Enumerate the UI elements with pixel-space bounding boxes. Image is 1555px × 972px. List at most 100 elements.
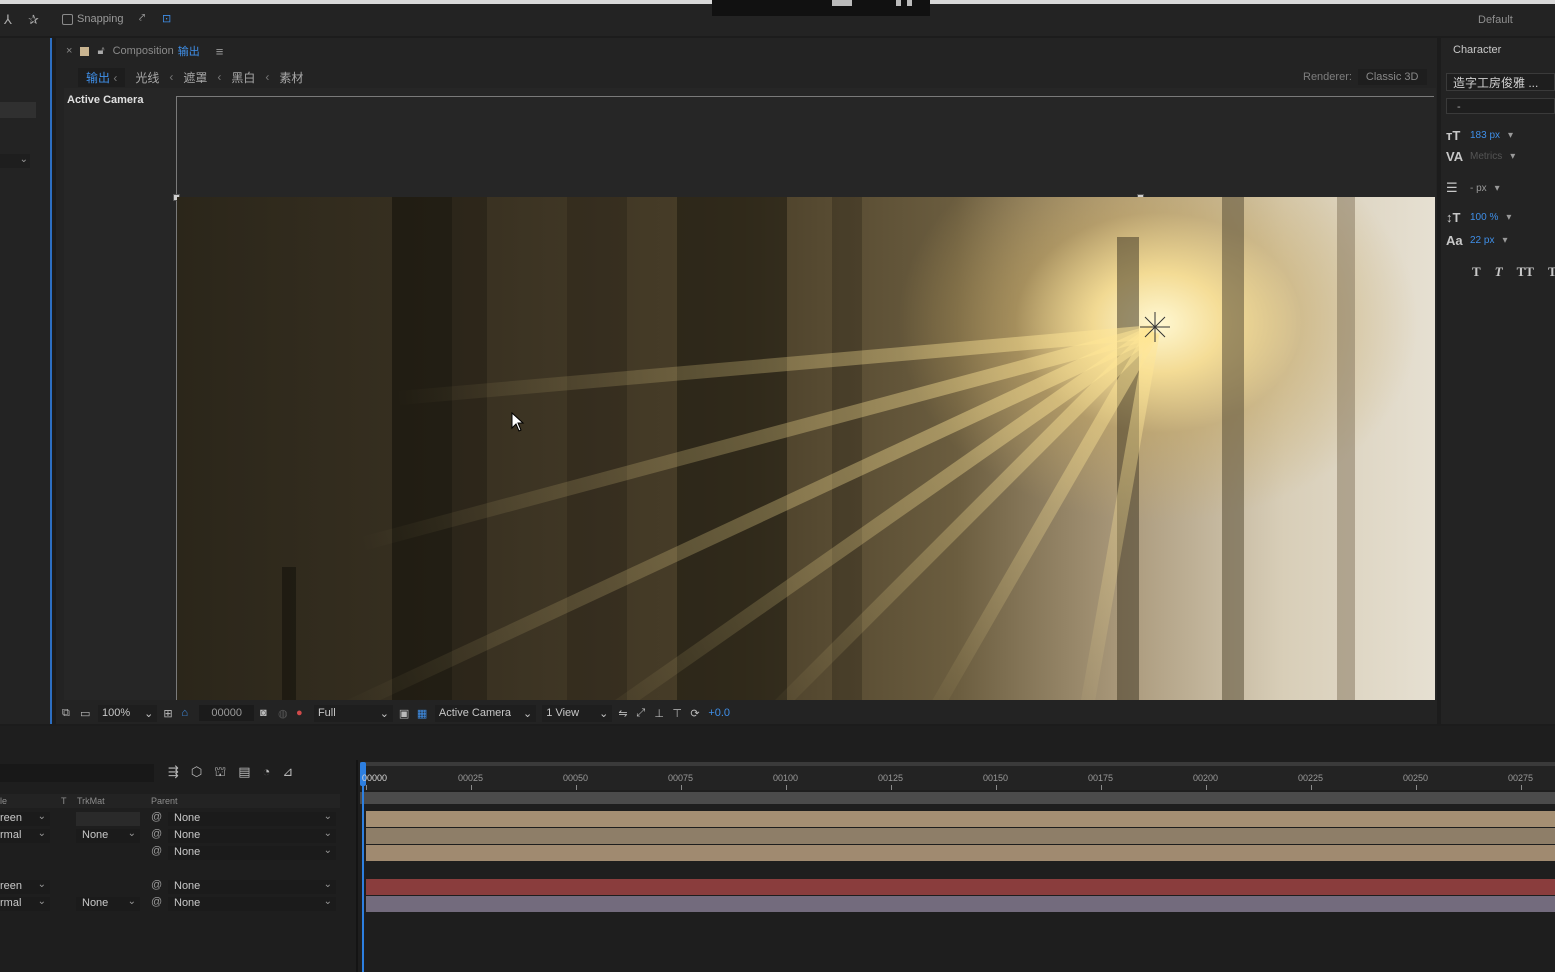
- vertical-scale-row[interactable]: ↕T 100 % ▾: [1446, 210, 1511, 225]
- pick-whip-icon[interactable]: @: [151, 896, 162, 908]
- always-preview-icon[interactable]: ⧉: [62, 707, 74, 719]
- panel-dropdown[interactable]: ⌄: [0, 154, 30, 168]
- view-layout-dropdown[interactable]: 1 View ⌄: [542, 704, 613, 722]
- trkmat-dropdown[interactable]: None ⌄: [76, 828, 140, 843]
- fast-previews-icon[interactable]: ⤢: [636, 707, 648, 719]
- composition-tab[interactable]: × 🔓︎ Composition 输出 ≡: [66, 43, 223, 59]
- leading-value[interactable]: - px: [1470, 183, 1487, 194]
- safe-areas-icon[interactable]: ⊞: [163, 707, 175, 720]
- pick-whip-icon[interactable]: @: [151, 811, 162, 823]
- lock-icon[interactable]: 🔓︎: [97, 45, 104, 58]
- layer-bar[interactable]: [366, 828, 1555, 844]
- font-size-row[interactable]: ᴛT 183 px ▾: [1446, 128, 1513, 143]
- parent-dropdown[interactable]: None ⌄: [168, 845, 336, 860]
- layer-bar[interactable]: [366, 811, 1555, 827]
- snapping-toggle[interactable]: Snapping: [62, 13, 124, 25]
- pick-whip-icon[interactable]: @: [151, 828, 162, 840]
- vertical-scale-value[interactable]: 100 %: [1470, 212, 1498, 223]
- color-channels-icon[interactable]: ●: [296, 707, 308, 719]
- playhead-line[interactable]: [362, 766, 364, 972]
- blend-mode-dropdown[interactable]: rmal ⌄: [0, 896, 50, 911]
- layer-row[interactable]: rmal ⌄ None ⌄ @ None ⌄: [0, 896, 340, 912]
- resolution-dropdown[interactable]: Full ⌄: [313, 704, 393, 722]
- layer-row[interactable]: @ None ⌄: [0, 845, 340, 861]
- pin-tool-icon[interactable]: ✰: [28, 12, 39, 28]
- layer-row[interactable]: reen ⌄ @ None ⌄: [0, 879, 340, 895]
- snap-feather-icon[interactable]: ⤤: [139, 12, 145, 25]
- region-of-interest-icon[interactable]: ▣: [399, 707, 411, 720]
- layer-row[interactable]: reen ⌄ @ None ⌄: [0, 811, 340, 827]
- breadcrumb-item[interactable]: 遮罩: [183, 69, 207, 86]
- timecode-field[interactable]: 00000: [199, 705, 254, 721]
- hide-shy-layers-icon[interactable]: ⛫: [214, 764, 226, 782]
- monitor-icon[interactable]: ▭: [80, 707, 92, 720]
- parent-dropdown[interactable]: None ⌄: [168, 828, 336, 843]
- layer-bar[interactable]: [366, 845, 1555, 861]
- motion-blur-icon[interactable]: ◔: [263, 764, 271, 782]
- breadcrumb-item[interactable]: 输出 ‹: [78, 67, 126, 87]
- parent-dropdown[interactable]: None ⌄: [168, 811, 336, 826]
- toggle-pixel-aspect-icon[interactable]: ⇋: [618, 707, 630, 720]
- snap-grid-icon[interactable]: ⊡: [162, 12, 171, 25]
- stop-icon[interactable]: [832, 0, 852, 6]
- font-size-value[interactable]: 183 px: [1470, 130, 1500, 141]
- parent-dropdown[interactable]: None ⌄: [168, 896, 336, 911]
- timeline-icon[interactable]: ⊥: [654, 707, 666, 720]
- breadcrumb-item[interactable]: 光线: [135, 69, 159, 86]
- reset-exposure-icon[interactable]: ⟳: [690, 707, 702, 720]
- zoom-dropdown[interactable]: 100% ⌄: [98, 704, 158, 722]
- all-caps-button[interactable]: TT: [1517, 264, 1534, 280]
- blend-mode-dropdown[interactable]: rmal ⌄: [0, 828, 50, 843]
- draft-3d-icon[interactable]: ⬡: [191, 764, 202, 782]
- baseline-shift-value[interactable]: 22 px: [1470, 235, 1494, 246]
- faux-italic-button[interactable]: T: [1495, 264, 1503, 280]
- pen-tool-icon[interactable]: ⅄: [4, 12, 12, 28]
- baseline-shift-row[interactable]: Aa 22 px ▾: [1446, 233, 1508, 248]
- layer-row[interactable]: rmal ⌄ None ⌄ @ None ⌄: [0, 828, 340, 844]
- timeline-search-input[interactable]: [0, 764, 154, 782]
- layer-bar[interactable]: [366, 879, 1555, 895]
- breadcrumb-item[interactable]: 素材: [279, 69, 303, 86]
- ruler-tick-mark: [996, 785, 997, 790]
- faux-bold-button[interactable]: T: [1472, 264, 1481, 280]
- ruler-tick-mark: [786, 785, 787, 790]
- breadcrumb-item[interactable]: 黑白: [231, 69, 255, 86]
- close-icon[interactable]: ×: [66, 45, 72, 57]
- mask-path-icon[interactable]: ⌂: [181, 707, 193, 719]
- transparency-grid-icon[interactable]: ▦: [417, 707, 429, 720]
- view-label: Active Camera: [67, 94, 144, 106]
- workspace-selector[interactable]: Default: [1478, 14, 1513, 26]
- panel-field[interactable]: [0, 102, 36, 118]
- blend-mode-dropdown[interactable]: reen ⌄: [0, 879, 50, 894]
- leading-row[interactable]: ☰ - px ▾: [1446, 180, 1500, 196]
- snapping-checkbox[interactable]: [62, 13, 73, 25]
- comp-mini-flowchart-icon[interactable]: ⇶: [168, 764, 179, 782]
- pick-whip-icon[interactable]: @: [151, 845, 162, 857]
- parent-dropdown[interactable]: None ⌄: [168, 879, 336, 894]
- camera-dropdown[interactable]: Active Camera ⌄: [434, 704, 537, 722]
- work-area-bar[interactable]: [360, 792, 1555, 804]
- light-position-icon[interactable]: [1140, 312, 1170, 342]
- renderer-value[interactable]: Classic 3D: [1357, 69, 1427, 85]
- kerning-value[interactable]: Metrics: [1470, 151, 1502, 162]
- kerning-row[interactable]: VA Metrics ▾: [1446, 149, 1515, 164]
- pause-icon[interactable]: [896, 0, 912, 6]
- font-size-icon: ᴛT: [1446, 128, 1461, 143]
- font-family-field[interactable]: 造字工房俊雅 ...: [1446, 73, 1555, 91]
- show-snapshot-icon[interactable]: ◍: [278, 707, 290, 720]
- chevron-down-icon: ⌄: [144, 707, 154, 720]
- pick-whip-icon[interactable]: @: [151, 879, 162, 891]
- time-ruler[interactable]: [360, 766, 1555, 790]
- blend-mode-dropdown[interactable]: reen ⌄: [0, 811, 50, 826]
- layer-bar[interactable]: [366, 896, 1555, 912]
- trkmat-dropdown[interactable]: None ⌄: [76, 896, 140, 911]
- frame-blending-icon[interactable]: ▤: [238, 764, 250, 782]
- hamburger-icon[interactable]: ≡: [216, 44, 224, 59]
- camera-snapshot-icon[interactable]: ◙: [260, 707, 272, 719]
- stroke-width-icon: ☰: [1446, 180, 1458, 195]
- font-style-field[interactable]: -: [1446, 98, 1555, 114]
- flowchart-icon[interactable]: ⊤: [672, 707, 684, 720]
- small-caps-button[interactable]: T: [1548, 264, 1555, 280]
- exposure-value[interactable]: +0.0: [708, 707, 730, 719]
- graph-editor-icon[interactable]: ⊿: [282, 764, 293, 782]
